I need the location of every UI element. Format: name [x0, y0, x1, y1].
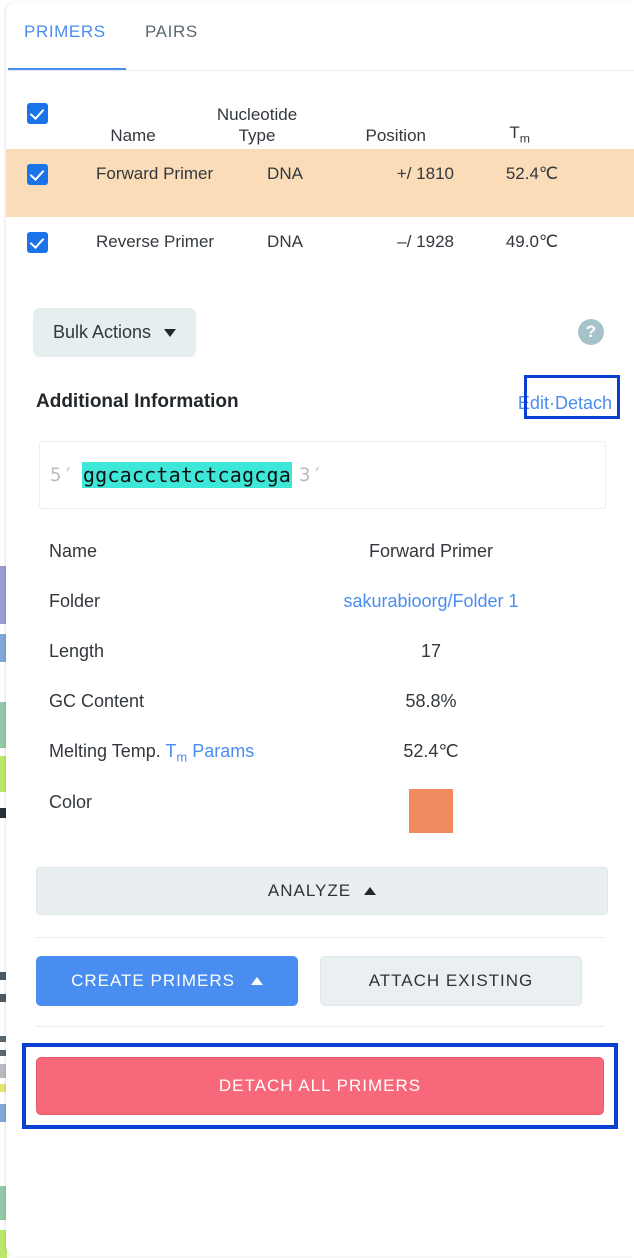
- detail-row-length: Length 17: [6, 627, 634, 677]
- three-prime-label: 3′: [299, 464, 324, 486]
- detail-label: Folder: [49, 590, 101, 611]
- detach-link[interactable]: Detach: [555, 393, 612, 413]
- melting-temp-label: Melting Temp.: [49, 740, 166, 761]
- tm-link-params: Params: [187, 740, 255, 761]
- primers-panel: PRIMERS PAIRS Name Nucleotide Type Posit…: [6, 2, 634, 1256]
- select-all-checkbox[interactable]: [26, 102, 48, 124]
- bulk-actions-button[interactable]: Bulk Actions: [33, 308, 197, 357]
- bottom-action-bar: CREATE PRIMERS ATTACH EXISTING: [36, 956, 604, 1007]
- bulk-actions-bar: Bulk Actions ?: [6, 299, 634, 375]
- select-all-cell: [6, 102, 68, 124]
- bulk-actions-label: Bulk Actions: [53, 322, 152, 342]
- analyze-label: ANALYZE: [267, 881, 352, 901]
- detail-row-folder: Folder sakurabioorg/Folder 1: [6, 577, 634, 627]
- column-header-tm-sub: m: [519, 131, 530, 146]
- row-type: DNA: [267, 164, 303, 183]
- divider: [36, 937, 604, 939]
- melting-temp-value: 52.4℃: [403, 740, 459, 761]
- detail-label: Length: [49, 640, 105, 661]
- help-glyph: ?: [585, 322, 597, 341]
- detail-label: Color: [49, 792, 93, 813]
- sequence-bases: ggcacctatctcagcga: [81, 462, 292, 488]
- chevron-up-icon: [250, 977, 263, 986]
- row-name: Reverse Primer: [96, 232, 215, 251]
- table-row[interactable]: Forward Primer DNA +/ 1810 52.4℃: [6, 149, 634, 217]
- detail-value: Forward Primer: [368, 541, 493, 561]
- edit-link[interactable]: Edit: [518, 393, 549, 413]
- row-select-cell: [6, 230, 68, 253]
- tab-pairs[interactable]: PAIRS: [145, 22, 198, 42]
- column-header-nucleotide-type[interactable]: Nucleotide Type: [198, 104, 316, 150]
- detail-row-gc-content: GC Content 58.8%: [6, 677, 634, 727]
- table-header-row: Name Nucleotide Type Position Tm: [6, 77, 634, 149]
- detail-row-color: Color: [6, 778, 634, 853]
- detail-row-name: Name Forward Primer: [6, 527, 634, 577]
- column-header-position[interactable]: Position: [316, 125, 426, 149]
- folder-link[interactable]: sakurabioorg/Folder 1: [296, 588, 634, 616]
- row-tm: 52.4℃: [505, 164, 558, 183]
- row-name: Forward Primer: [96, 164, 214, 183]
- tab-primers[interactable]: PRIMERS: [24, 22, 106, 42]
- attach-existing-button[interactable]: ATTACH EXISTING: [320, 956, 582, 1007]
- create-primers-label: CREATE PRIMERS: [71, 971, 235, 991]
- create-primers-button[interactable]: CREATE PRIMERS: [36, 956, 298, 1007]
- sequence-display[interactable]: 5′ ggcacctatctcagcga 3′: [39, 441, 606, 509]
- section-title: Additional Information: [36, 391, 239, 412]
- row-position: +/ 1810: [396, 164, 454, 183]
- help-icon[interactable]: ?: [578, 319, 604, 345]
- detail-value: 58.8%: [405, 690, 457, 711]
- row-tm: 49.0℃: [505, 232, 558, 251]
- tab-bar: PRIMERS PAIRS: [6, 2, 634, 71]
- column-header-tm[interactable]: Tm: [426, 122, 534, 149]
- divider: [36, 1026, 604, 1028]
- detail-label: GC Content: [49, 690, 145, 711]
- analyze-button[interactable]: ANALYZE: [36, 867, 608, 916]
- additional-information-header: Additional Information Edit·Detach: [6, 375, 634, 431]
- detail-value: 17: [420, 640, 442, 661]
- column-header-type-line2: Type: [238, 126, 276, 146]
- active-tab-indicator: [8, 68, 126, 70]
- table-row[interactable]: Reverse Primer DNA –/ 1928 49.0℃: [6, 217, 634, 285]
- detail-value: [296, 789, 634, 842]
- five-prime-label: 5′: [50, 464, 75, 486]
- primers-table: Name Nucleotide Type Position Tm Forward…: [6, 71, 634, 285]
- row-select-cell: [6, 162, 68, 185]
- tm-link-sub: m: [176, 749, 188, 765]
- row-type: DNA: [267, 232, 303, 251]
- chevron-up-icon: [364, 887, 377, 896]
- chevron-down-icon: [164, 328, 177, 337]
- column-header-name[interactable]: Name: [68, 125, 198, 149]
- detail-list: Name Forward Primer Folder sakurabioorg/…: [6, 527, 634, 853]
- detach-all-primers-button[interactable]: DETACH ALL PRIMERS: [36, 1057, 604, 1116]
- tm-params-link[interactable]: Tm Params: [165, 740, 255, 765]
- detail-row-melting-temp: Melting Temp. Tm Params 52.4℃: [6, 727, 634, 779]
- row-position: –/ 1928: [397, 232, 454, 251]
- detail-label: Name: [49, 541, 98, 561]
- column-header-tm-t: T: [509, 122, 520, 142]
- column-header-type-line1: Nucleotide: [216, 104, 298, 124]
- tm-link-t: T: [165, 740, 177, 761]
- row-checkbox[interactable]: [26, 232, 48, 253]
- detail-label: Melting Temp. Tm Params: [6, 738, 296, 768]
- additional-information-actions: Edit·Detach: [518, 393, 612, 414]
- row-checkbox[interactable]: [26, 164, 48, 185]
- detach-all-highlight-box: DETACH ALL PRIMERS: [22, 1043, 618, 1130]
- color-swatch[interactable]: [409, 789, 453, 834]
